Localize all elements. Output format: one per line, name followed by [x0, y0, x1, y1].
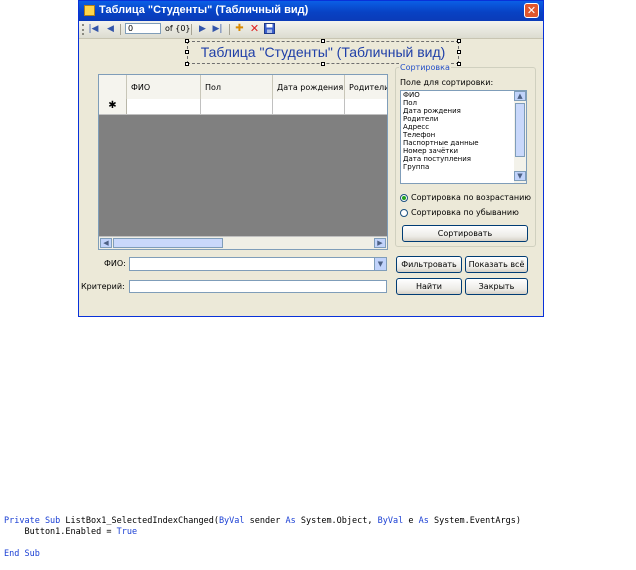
column-header-fio[interactable]: ФИО — [127, 75, 201, 99]
scroll-right-icon[interactable]: ▶ — [374, 238, 386, 248]
grid-horizontal-scrollbar[interactable]: ◀ ▶ — [99, 236, 387, 249]
code-keyword: True — [116, 527, 138, 537]
list-item[interactable]: Номер зачётки — [401, 147, 526, 155]
selection-handle — [457, 62, 461, 66]
selection-handle — [185, 62, 189, 66]
grid-cell[interactable] — [273, 99, 345, 114]
form-icon — [84, 5, 95, 16]
code-text: Button1.Enabled = — [4, 527, 117, 537]
move-next-icon[interactable]: ▶ — [197, 23, 208, 35]
add-new-icon[interactable]: ✚ — [234, 23, 245, 35]
grid-cell[interactable] — [127, 99, 201, 114]
radio-checked-icon[interactable] — [400, 193, 408, 202]
grid-corner[interactable] — [99, 75, 127, 99]
filter-button[interactable]: Фильтровать — [396, 256, 462, 273]
form-heading-text: Таблица "Студенты" (Табличный вид) — [200, 44, 446, 60]
binding-navigator: |◀ ◀ 0 of {0} ▶ ▶| ✚ ✕ — [79, 21, 543, 39]
sort-ascending-label: Сортировка по возрастанию — [411, 193, 532, 202]
scroll-left-icon[interactable]: ◀ — [100, 238, 112, 248]
form-heading: Таблица "Студенты" (Табличный вид) — [187, 41, 459, 64]
scroll-thumb[interactable] — [113, 238, 223, 248]
selection-handle — [185, 39, 189, 43]
position-field[interactable]: 0 — [125, 23, 161, 34]
list-item[interactable]: ФИО — [401, 91, 526, 99]
code-keyword: As — [418, 516, 429, 526]
sort-button[interactable]: Сортировать — [402, 225, 528, 242]
column-header-gender[interactable]: Пол — [201, 75, 273, 99]
close-button[interactable]: Закрыть — [465, 278, 528, 295]
list-item[interactable]: Телефон — [401, 131, 526, 139]
save-icon[interactable] — [264, 23, 275, 35]
title-bar[interactable]: Таблица "Студенты" (Табличный вид) ✕ — [79, 1, 543, 21]
code-text: System.EventArgs) — [428, 516, 521, 526]
code-keyword: As — [285, 516, 296, 526]
selection-handle — [321, 62, 325, 66]
criteria-textbox[interactable] — [129, 280, 387, 293]
list-item[interactable]: Дата поступления — [401, 155, 526, 163]
new-record-row[interactable]: ✱ — [99, 99, 387, 115]
move-first-icon[interactable]: |◀ — [88, 23, 99, 35]
show-all-button[interactable]: Показать всё — [465, 256, 528, 273]
toolbar-separator — [120, 24, 121, 35]
scroll-up-icon[interactable]: ▲ — [514, 91, 526, 101]
code-text: sender — [244, 516, 286, 526]
new-row-marker: ✱ — [99, 99, 127, 114]
toolbar-separator — [191, 24, 192, 35]
fio-combobox[interactable]: ▼ — [129, 257, 387, 271]
radio-unchecked-icon[interactable] — [400, 208, 408, 217]
code-keyword: Private Sub — [4, 516, 61, 526]
scroll-thumb[interactable] — [515, 103, 525, 157]
scroll-down-icon[interactable]: ▼ — [514, 171, 526, 181]
delete-icon[interactable]: ✕ — [249, 23, 260, 35]
grid-header-row: ФИО Пол Дата рождения Родители — [99, 75, 387, 100]
column-header-birthdate[interactable]: Дата рождения — [273, 75, 345, 99]
sort-descending-label: Сортировка по убыванию — [411, 208, 519, 217]
selection-handle — [457, 39, 461, 43]
sort-groupbox: Сортировка Поле для сортировки: ФИО Пол … — [395, 63, 536, 247]
criteria-label: Критерий: — [81, 282, 125, 291]
list-item[interactable]: Дата рождения — [401, 107, 526, 115]
close-window-button[interactable]: ✕ — [524, 3, 539, 18]
list-item[interactable]: Родители — [401, 115, 526, 123]
record-count-label: of {0} — [165, 24, 191, 33]
code-keyword: ByVal — [218, 516, 245, 526]
code-snippet: Private Sub ListBox1_SelectedIndexChange… — [4, 516, 521, 560]
chevron-down-icon[interactable]: ▼ — [374, 258, 386, 270]
sort-field-label: Поле для сортировки: — [400, 78, 494, 87]
code-keyword: ByVal — [377, 516, 404, 526]
sort-ascending-radio[interactable]: Сортировка по возрастанию — [400, 193, 531, 202]
selection-handle — [185, 50, 189, 54]
list-item[interactable]: Адресс — [401, 123, 526, 131]
window-title: Таблица "Студенты" (Табличный вид) — [99, 4, 309, 16]
selection-handle — [321, 39, 325, 43]
find-button[interactable]: Найти — [396, 278, 462, 295]
code-text: e — [403, 516, 419, 526]
move-last-icon[interactable]: ▶| — [212, 23, 223, 35]
list-item[interactable]: Паспортные данные — [401, 139, 526, 147]
column-header-parents[interactable]: Родители — [345, 75, 387, 99]
list-item[interactable]: Пол — [401, 99, 526, 107]
sort-descending-radio[interactable]: Сортировка по убыванию — [400, 208, 519, 217]
students-data-grid[interactable]: ФИО Пол Дата рождения Родители ✱ ◀ ▶ — [98, 74, 388, 250]
grid-cell[interactable] — [345, 99, 387, 114]
code-text: System.Object, — [295, 516, 378, 526]
selection-handle — [457, 50, 461, 54]
students-table-window: Таблица "Студенты" (Табличный вид) ✕ |◀ … — [78, 0, 544, 317]
sort-field-listbox[interactable]: ФИО Пол Дата рождения Родители Адресс Те… — [400, 90, 527, 184]
sort-group-title: Сортировка — [399, 63, 451, 72]
code-keyword: End Sub — [4, 549, 40, 559]
grid-cell[interactable] — [201, 99, 273, 114]
toolbar-separator — [229, 24, 230, 35]
toolbar-grip[interactable] — [82, 24, 86, 35]
code-text: ListBox1_SelectedIndexChanged( — [60, 516, 219, 526]
fio-label: ФИО: — [104, 259, 126, 268]
list-item[interactable]: Группа — [401, 163, 526, 171]
move-previous-icon[interactable]: ◀ — [105, 23, 116, 35]
listbox-vertical-scrollbar[interactable]: ▲ ▼ — [514, 91, 526, 183]
